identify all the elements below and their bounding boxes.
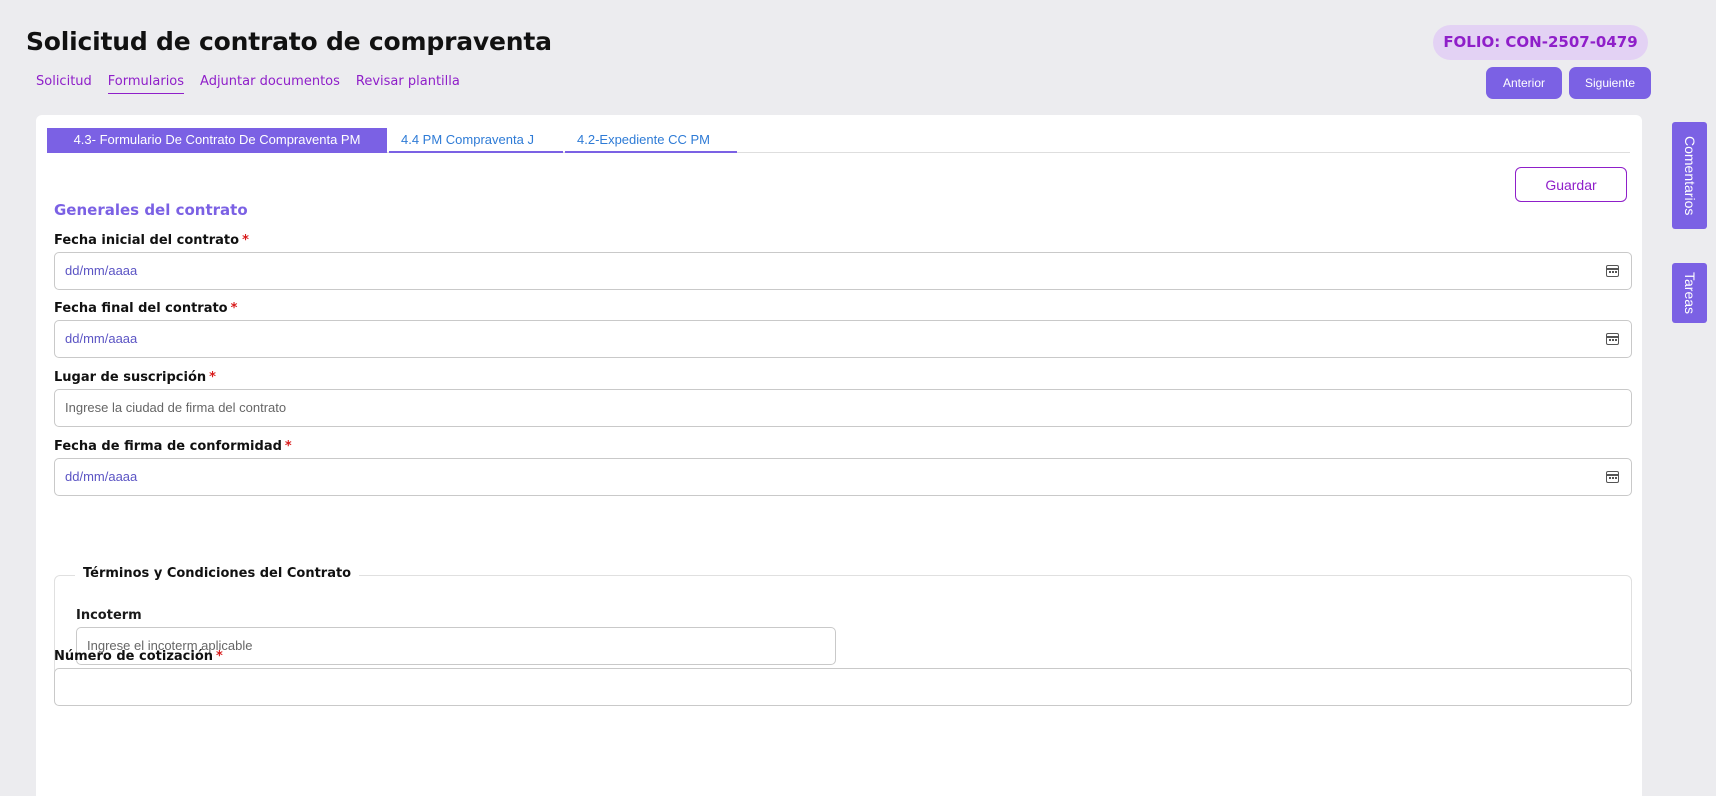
required-mark: * (230, 301, 238, 316)
tab-formulario-contrato-compraventa[interactable]: 4.3- Formulario De Contrato De Compraven… (47, 128, 387, 153)
fecha-inicial-input[interactable]: dd/mm/aaaa (54, 252, 1632, 290)
calendar-icon[interactable] (1606, 333, 1619, 345)
side-tab-tareas[interactable]: Tareas (1672, 263, 1707, 323)
nav-solicitud[interactable]: Solicitud (36, 74, 92, 94)
folio-badge: FOLIO: CON-2507-0479 (1433, 25, 1648, 60)
required-mark: * (209, 370, 216, 385)
fecha-inicial-label: Fecha inicial del contrato * (54, 233, 249, 248)
calendar-icon[interactable] (1606, 265, 1619, 277)
top-nav: Solicitud Formularios Adjuntar documento… (36, 74, 460, 94)
nav-formularios[interactable]: Formularios (107, 74, 185, 94)
required-mark: * (242, 233, 249, 248)
section-title: Generales del contrato (54, 201, 248, 219)
calendar-icon[interactable] (1606, 471, 1619, 483)
fecha-firma-label: Fecha de firma de conformidad * (54, 439, 292, 454)
incoterm-label: Incoterm (76, 608, 142, 623)
required-mark: * (284, 439, 292, 454)
required-mark: * (216, 649, 223, 664)
tab-expediente-cc-pm[interactable]: 4.2-Expediente CC PM (565, 128, 737, 153)
tab-pm-compraventa-j[interactable]: 4.4 PM Compraventa J (389, 128, 563, 153)
nav-adjuntar-documentos[interactable]: Adjuntar documentos (200, 74, 340, 94)
fecha-final-input[interactable]: dd/mm/aaaa (54, 320, 1632, 358)
next-button[interactable]: Siguiente (1569, 67, 1651, 99)
save-button[interactable]: Guardar (1515, 167, 1627, 202)
numero-cotizacion-label: Número de cotización * (54, 649, 223, 664)
terms-legend: Términos y Condiciones del Contrato (75, 566, 360, 581)
lugar-suscripcion-label: Lugar de suscripción * (54, 370, 216, 385)
form-card: 4.3- Formulario De Contrato De Compraven… (36, 115, 1642, 796)
previous-button[interactable]: Anterior (1486, 67, 1562, 99)
lugar-suscripcion-input[interactable]: Ingrese la ciudad de firma del contrato (54, 389, 1632, 427)
form-tabs: 4.3- Formulario De Contrato De Compraven… (47, 128, 1630, 153)
fecha-final-label: Fecha final del contrato * (54, 301, 238, 316)
side-tab-comentarios[interactable]: Comentarios (1672, 122, 1707, 229)
fecha-firma-input[interactable]: dd/mm/aaaa (54, 458, 1632, 496)
nav-revisar-plantilla[interactable]: Revisar plantilla (356, 74, 460, 94)
numero-cotizacion-input[interactable] (54, 668, 1632, 706)
page-title: Solicitud de contrato de compraventa (26, 27, 552, 56)
